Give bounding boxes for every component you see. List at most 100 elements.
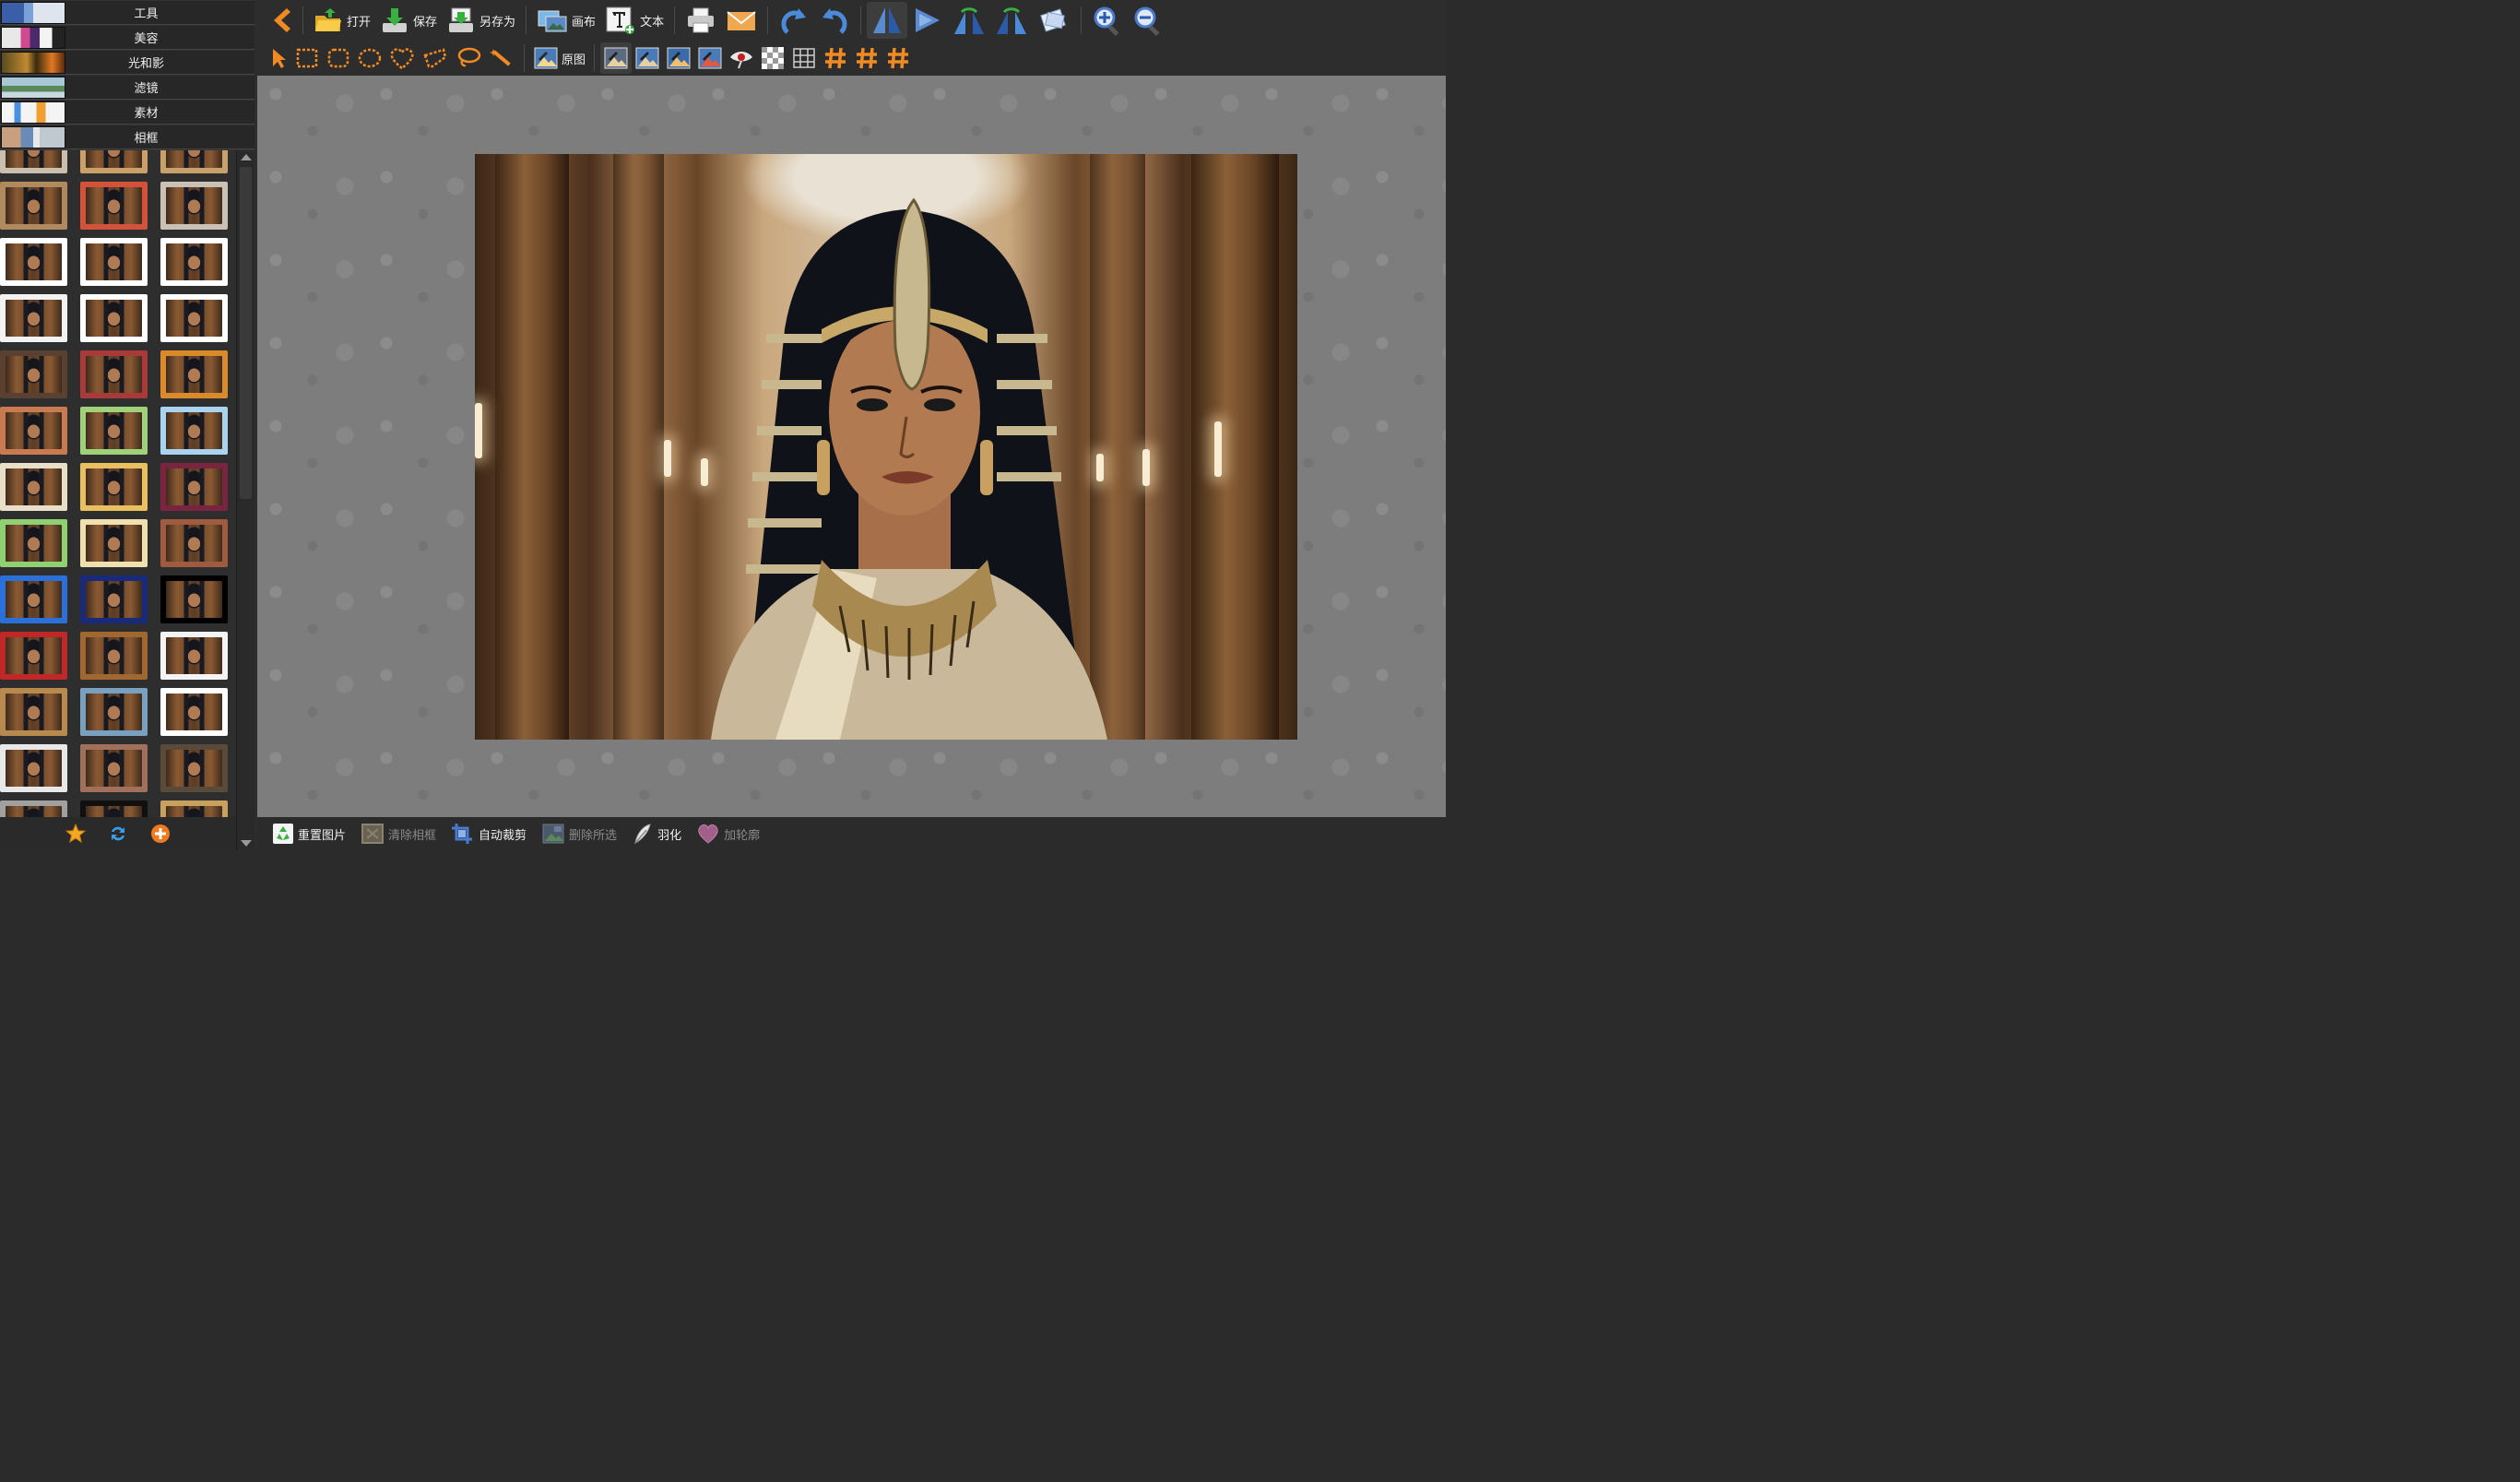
undo-button[interactable] <box>774 2 814 39</box>
category-beauty[interactable]: 美容 <box>0 26 254 50</box>
frame-thumbnail[interactable] <box>0 744 67 792</box>
grid-tool[interactable] <box>788 42 820 74</box>
canvas-button[interactable]: 画布 <box>532 2 600 39</box>
frame-thumbnail[interactable] <box>0 800 67 817</box>
frame-thumbnail[interactable] <box>160 575 228 623</box>
save-button[interactable]: 保存 <box>375 2 442 39</box>
favorite-star-icon[interactable] <box>65 823 87 845</box>
pointer-tool[interactable] <box>266 42 291 74</box>
category-materials[interactable]: 素材 <box>0 101 254 124</box>
frame-thumbnail[interactable] <box>160 294 228 342</box>
open-button[interactable]: 打开 <box>309 2 375 39</box>
frame-thumbnail[interactable] <box>160 238 228 286</box>
clear-frame-button[interactable]: 清除相框 <box>355 823 442 845</box>
lasso-select-tool[interactable] <box>452 42 485 74</box>
category-label: 光和影 <box>127 57 164 71</box>
frame-thumbnail[interactable] <box>80 575 148 623</box>
frame-thumbnail[interactable] <box>160 800 228 817</box>
frame-thumbnail[interactable] <box>80 519 148 567</box>
frame-thumbnail[interactable] <box>0 519 67 567</box>
frame-thumbnail[interactable] <box>80 238 148 286</box>
frame-thumbnail[interactable] <box>0 238 67 286</box>
frame-thumbnail[interactable] <box>80 632 148 680</box>
effect-preset-4[interactable] <box>694 42 726 74</box>
add-circle-icon[interactable] <box>149 823 172 845</box>
ellipse-select-tool[interactable] <box>354 42 385 74</box>
scroll-up-arrow-icon[interactable] <box>241 154 252 160</box>
flip-horizontal-button[interactable] <box>867 2 908 39</box>
frame-thumbnail[interactable] <box>80 688 148 736</box>
transparency-tool[interactable] <box>757 42 788 74</box>
frame-thumbnail[interactable] <box>160 688 228 736</box>
original-image-button[interactable]: 原图 <box>530 42 588 74</box>
redo-button[interactable] <box>814 2 855 39</box>
category-frames[interactable]: 相框 <box>0 125 254 149</box>
print-button[interactable] <box>680 2 721 39</box>
frame-thumbnail[interactable] <box>80 407 148 455</box>
frame-thumbnail[interactable] <box>80 350 148 398</box>
frame-thumbnail[interactable] <box>160 150 228 173</box>
auto-crop-button[interactable]: 自动裁剪 <box>445 823 532 845</box>
feather-button[interactable]: 羽化 <box>626 823 687 845</box>
frame-thumbnail[interactable] <box>0 575 67 623</box>
frame-thumbnail[interactable] <box>160 519 228 567</box>
add-outline-button[interactable]: 加轮廓 <box>691 823 765 845</box>
frame-thumbnail[interactable] <box>0 632 67 680</box>
effect-preset-1[interactable] <box>600 42 633 74</box>
frame-thumbnail[interactable] <box>160 350 228 398</box>
refresh-icon[interactable] <box>107 823 129 845</box>
frame-thumbnail[interactable] <box>0 688 67 736</box>
frame-thumbnail[interactable] <box>0 350 67 398</box>
category-filters[interactable]: 滤镜 <box>0 76 254 100</box>
frame-thumbnail[interactable] <box>160 744 228 792</box>
heart-select-tool[interactable] <box>385 42 419 74</box>
frame-preview-image <box>6 637 62 674</box>
toolbar-divider <box>1081 6 1083 34</box>
frame-thumbnail[interactable] <box>0 150 67 173</box>
frame-thumbnail[interactable] <box>80 744 148 792</box>
canvas-workspace[interactable] <box>257 76 1446 817</box>
frame-thumbnail[interactable] <box>80 800 148 817</box>
hash-tool-2[interactable] <box>851 42 882 74</box>
frame-thumbnail[interactable] <box>160 182 228 230</box>
frame-thumbnail[interactable] <box>0 463 67 511</box>
frame-thumbnail[interactable] <box>160 463 228 511</box>
toolbar-divider <box>674 6 676 34</box>
magic-wand-tool[interactable] <box>485 42 518 74</box>
scrollbar-thumb[interactable] <box>240 167 252 499</box>
effect-preset-3[interactable] <box>663 42 694 74</box>
back-button[interactable] <box>264 2 297 39</box>
hash-tool-1[interactable] <box>820 42 851 74</box>
zoom-out-button[interactable] <box>1128 2 1168 39</box>
edited-photo[interactable] <box>475 154 1297 740</box>
email-button[interactable] <box>721 2 762 39</box>
polygon-select-tool[interactable] <box>419 42 452 74</box>
frame-thumbnail[interactable] <box>80 150 148 173</box>
frame-thumbnail[interactable] <box>160 632 228 680</box>
frame-thumbnail[interactable] <box>0 407 67 455</box>
scroll-down-arrow-icon[interactable] <box>241 840 252 847</box>
frame-grid-scrollbar[interactable] <box>236 150 254 850</box>
effect-preset-2[interactable] <box>632 42 663 74</box>
save-as-button[interactable]: 另存为 <box>442 2 520 39</box>
category-tools[interactable]: 工具 <box>0 1 254 25</box>
frame-thumbnail[interactable] <box>0 294 67 342</box>
frame-thumbnail[interactable] <box>80 294 148 342</box>
delete-selection-button[interactable]: 删除所选 <box>536 823 622 845</box>
flip-vertical-button[interactable] <box>907 2 948 39</box>
frame-thumbnail[interactable] <box>80 182 148 230</box>
frame-thumbnail[interactable] <box>0 182 67 230</box>
zoom-in-button[interactable] <box>1087 2 1128 39</box>
frame-thumbnail[interactable] <box>160 407 228 455</box>
hash-tool-3[interactable] <box>882 42 914 74</box>
free-rotate-button[interactable] <box>1033 2 1075 39</box>
rotate-left-button[interactable] <box>948 2 990 39</box>
red-eye-tool[interactable] <box>726 42 757 74</box>
text-button[interactable]: 文本 <box>600 2 668 39</box>
reset-image-button[interactable]: 重置图片 <box>266 823 351 845</box>
rotate-right-button[interactable] <box>990 2 1033 39</box>
rect-select-tool[interactable] <box>291 42 323 74</box>
category-light-shadow[interactable]: 光和影 <box>0 51 254 75</box>
frame-thumbnail[interactable] <box>80 463 148 511</box>
rounded-rect-select-tool[interactable] <box>323 42 354 74</box>
